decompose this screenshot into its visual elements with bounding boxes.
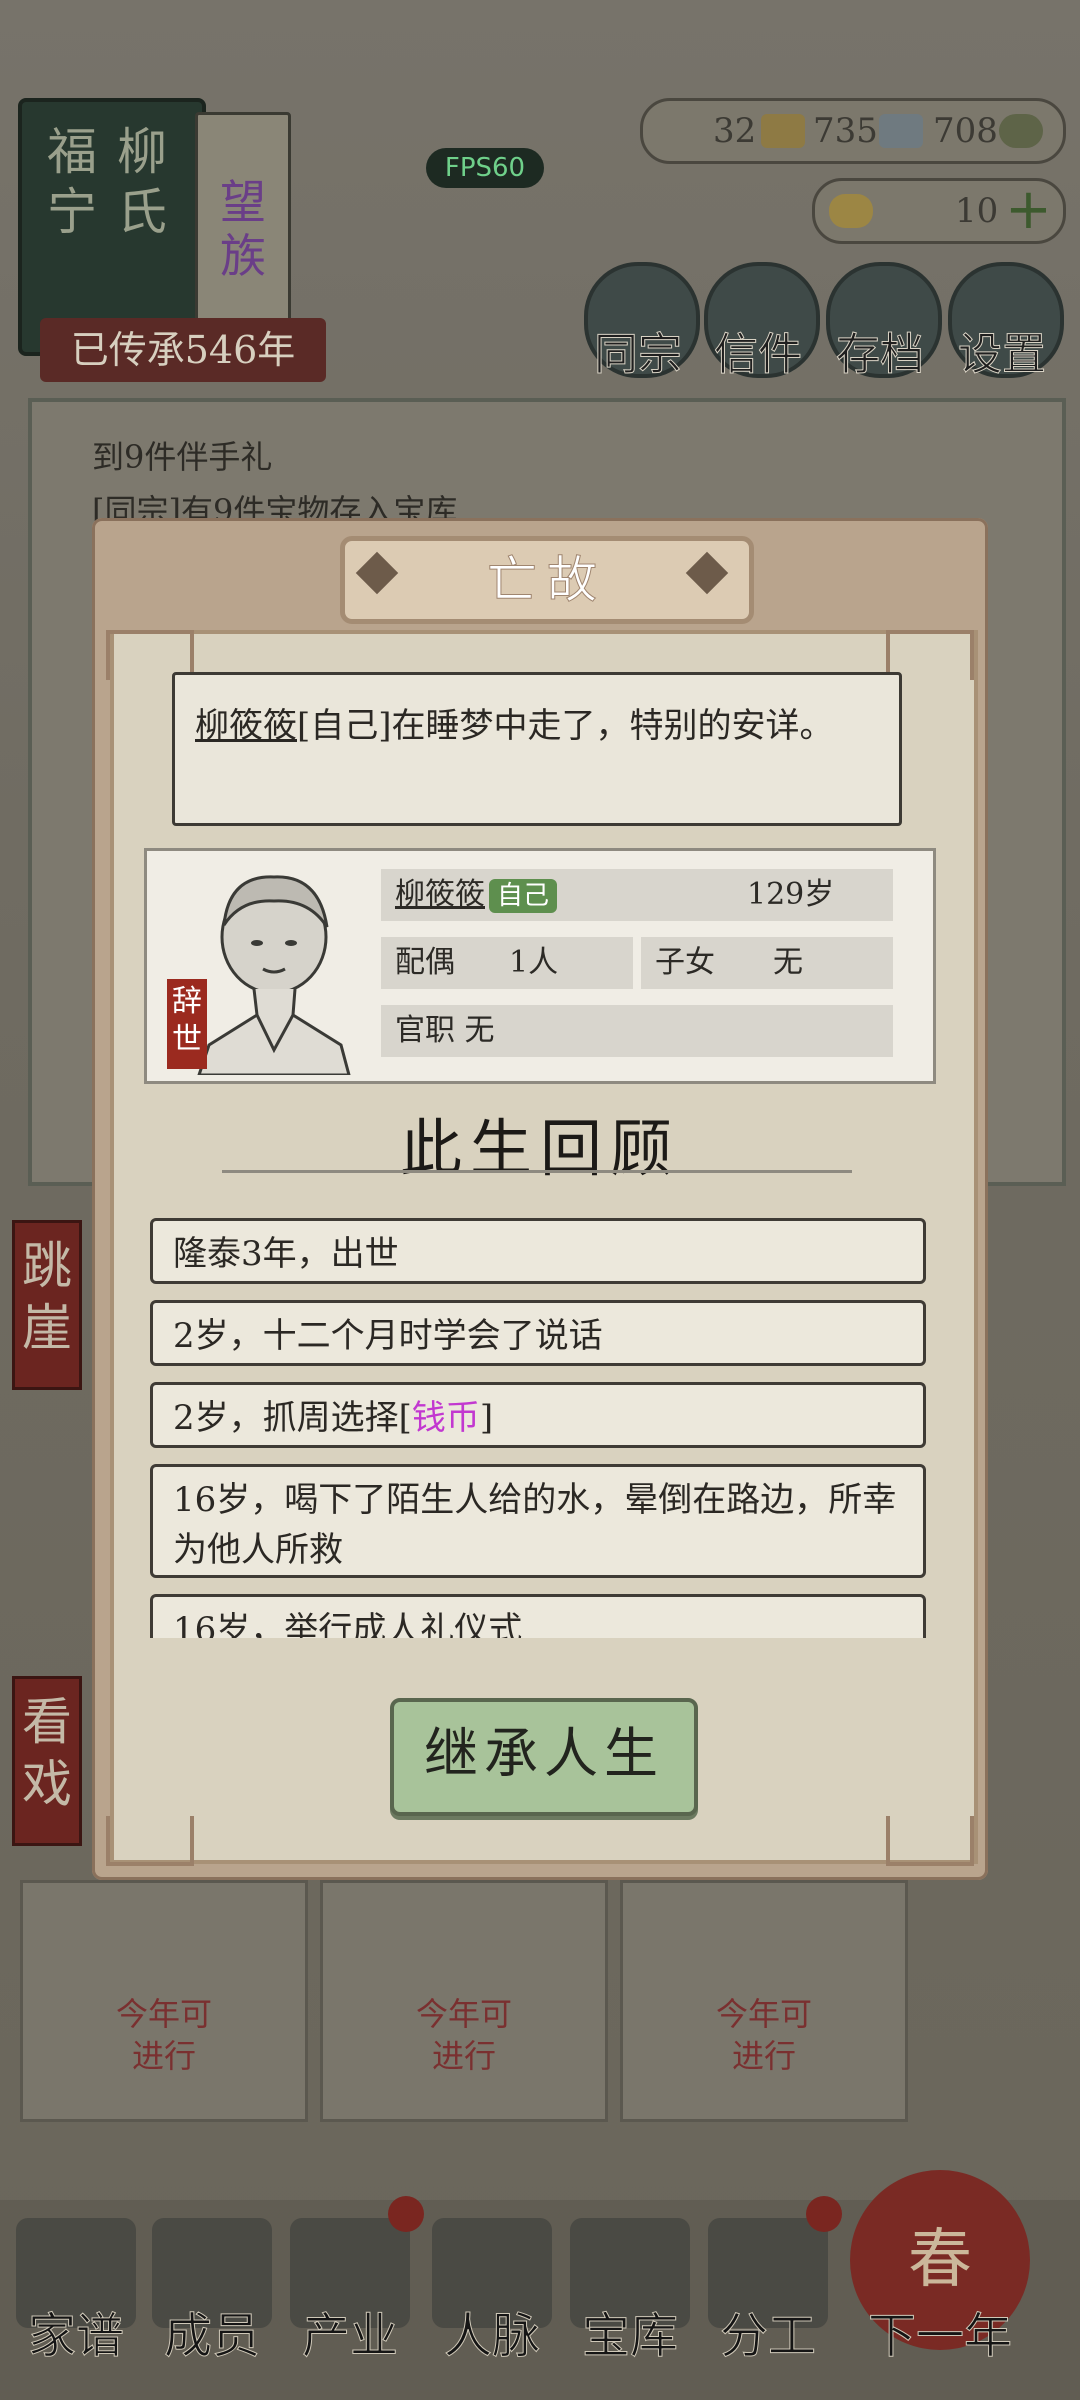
nav-network[interactable]: 人脉 [422,2296,562,2366]
deceased-tag: 辞世 [167,979,207,1069]
family-rank: 望族 [220,175,266,283]
notification-dot-icon [388,2196,424,2232]
inherit-years-ribbon: 已传承546年 [40,318,326,382]
top-menu-clan[interactable]: 同宗 [578,318,698,382]
death-dialog: 亡故 柳筱筱[自己]在睡梦中走了，特别的安详。 辞世 柳筱筱 自己 129岁 配偶… [92,518,988,1880]
iron-bar-icon [879,114,923,148]
spouse-value: 1人 [509,945,559,980]
profile-name[interactable]: 柳筱筱 [395,877,485,912]
office-row: 官职 无 [381,1005,893,1057]
life-event: 隆泰3年，出世 [150,1218,926,1284]
silver-count: 32 [713,111,757,151]
nav-property[interactable]: 产业 [280,2296,420,2366]
life-event: 16岁，举行成人礼仪式 [150,1594,926,1638]
card-status: 今年可 进行 [415,1995,512,2075]
side-tab-opera[interactable]: 看戏 [12,1676,82,1846]
card-status: 今年可 进行 [115,1995,212,2075]
children-label: 子女 [655,945,715,980]
top-menu-settings[interactable]: 设置 [942,318,1062,382]
death-message: 柳筱筱[自己]在睡梦中走了，特别的安详。 [172,672,902,826]
family-name-col1: 福宁 [47,123,97,241]
add-gold-icon[interactable]: + [1005,177,1052,242]
gold-bar: 10 + [812,177,1066,244]
inherit-life-button[interactable]: 继承人生 [390,1698,698,1816]
children-row: 子女 无 [641,937,893,989]
copper-count: 708 [933,111,998,151]
resource-bar: 32 735 708 [640,98,1066,164]
gold-count: 10 [955,191,999,231]
activity-card[interactable]: 今年可 进行 [20,1880,308,2122]
highlight-item: 钱币 [411,1398,480,1438]
message-name[interactable]: 柳筱筱 [195,706,297,746]
message-text: [自己]在睡梦中走了，特别的安详。 [297,706,834,746]
life-event: 2岁，十二个月时学会了说话 [150,1300,926,1366]
top-menu-letters[interactable]: 信件 [698,318,818,382]
profile-name-row: 柳筱筱 自己 129岁 [381,869,893,921]
card-status: 今年可 进行 [715,1995,812,2075]
title-divider [222,1170,852,1181]
copper-coin-icon [999,114,1043,148]
silver-ingot-icon [761,114,805,148]
spouse-label: 配偶 [395,945,455,980]
nav-genealogy[interactable]: 家谱 [6,2296,146,2366]
nav-next-year[interactable]: 下一年 [850,2296,1030,2366]
profile-card: 辞世 柳筱筱 自己 129岁 配偶 1人 子女 无 官职 无 [144,848,936,1084]
side-tab-cliff[interactable]: 跳崖 [12,1220,82,1390]
children-value: 无 [773,945,803,980]
life-event: 2岁，抓周选择[钱币] [150,1382,926,1448]
nav-treasury[interactable]: 宝库 [560,2296,700,2366]
nav-members[interactable]: 成员 [142,2296,282,2366]
nav-division[interactable]: 分工 [698,2296,838,2366]
notification-dot-icon [806,2196,842,2232]
activity-card[interactable]: 今年可 进行 [620,1880,908,2122]
self-badge: 自己 [489,879,558,913]
iron-count: 735 [813,111,878,151]
family-name-col2: 柳氏 [117,123,167,241]
frame-corner [106,1816,194,1866]
profile-age: 129岁 [747,877,835,912]
family-rank-book: 望族 [195,112,291,338]
gold-ingot-icon [829,194,873,228]
activity-card[interactable]: 今年可 进行 [320,1880,608,2122]
life-event: 16岁，喝下了陌生人给的水，晕倒在路边，所幸为他人所救 [150,1464,926,1578]
spouse-row: 配偶 1人 [381,937,633,989]
fps-counter: FPS60 [426,148,544,188]
top-menu-save[interactable]: 存档 [820,318,940,382]
log-line: 到9件伴手礼 [92,438,273,476]
frame-corner [886,1816,974,1866]
life-events-list[interactable]: 隆泰3年，出世 2岁，十二个月时学会了说话 2岁，抓周选择[钱币] 16岁，喝下… [150,1218,930,1638]
